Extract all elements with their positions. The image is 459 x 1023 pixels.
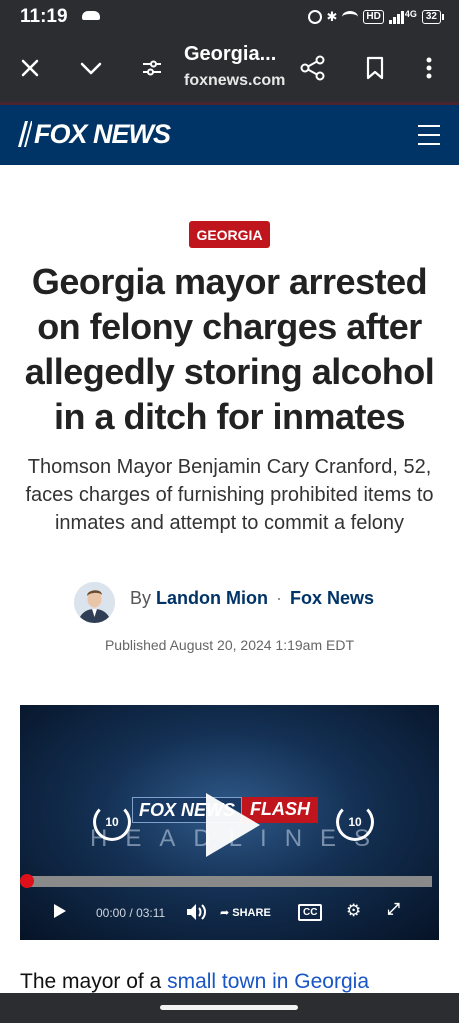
- bluetooth-icon: ✱: [326, 9, 338, 24]
- browser-toolbar: Georgia... foxnews.com: [0, 34, 459, 102]
- bookmark-icon[interactable]: [358, 51, 392, 85]
- volume-icon[interactable]: [186, 903, 208, 921]
- fullscreen-icon[interactable]: ⤢: [387, 901, 400, 919]
- video-share-button[interactable]: ➦ SHARE: [220, 906, 271, 919]
- time-separator: /: [129, 906, 133, 920]
- byline-separator: ·: [276, 588, 283, 608]
- chevron-down-icon[interactable]: [74, 51, 108, 85]
- rewind-10-icon[interactable]: 10: [93, 803, 131, 841]
- rewind-seconds: 10: [105, 815, 119, 829]
- video-player[interactable]: FOX NEWS FLASH HEADLINES 10 10 00:00 / 0…: [20, 705, 439, 940]
- closed-captions-button[interactable]: CC: [298, 904, 323, 921]
- system-nav-bar: [0, 993, 459, 1023]
- status-icons: ✱ HD 4G 32: [307, 7, 445, 27]
- cloud-icon: [82, 11, 100, 20]
- byline-prefix: By: [130, 588, 152, 608]
- video-progress-bar[interactable]: [26, 876, 432, 887]
- fox-news-logo[interactable]: FOX NEWS: [16, 119, 171, 150]
- video-scrubber-handle[interactable]: [20, 874, 34, 888]
- more-icon[interactable]: [412, 51, 446, 85]
- share-icon[interactable]: [296, 51, 330, 85]
- status-bar: 11:19 ✱ HD 4G 32: [0, 0, 459, 34]
- battery-icon: 32: [421, 10, 445, 24]
- alarm-icon: [307, 10, 322, 24]
- page-title[interactable]: Georgia...: [184, 43, 276, 66]
- published-date: Published August 20, 2024 1:19am EDT: [104, 637, 355, 653]
- tune-icon[interactable]: [135, 51, 169, 85]
- fox-slash-icon: [18, 121, 32, 147]
- home-gesture-pill[interactable]: [160, 1005, 298, 1010]
- play-icon[interactable]: [206, 793, 260, 857]
- article-body-start: The mayor of a small town in Georgia: [20, 970, 440, 994]
- byline: By Landon Mion · Fox News: [130, 588, 374, 609]
- hamburger-menu-icon[interactable]: [418, 125, 440, 145]
- outlet-link[interactable]: Fox News: [290, 588, 374, 608]
- author-link[interactable]: Landon Mion: [156, 588, 268, 608]
- category-badge[interactable]: GEORGIA: [189, 221, 270, 248]
- video-time: 00:00 / 03:11: [96, 906, 165, 920]
- body-text: The mayor of a: [20, 970, 162, 993]
- video-controls: 00:00 / 03:11 ➦ SHARE CC ⚙ ⤢: [20, 901, 439, 925]
- logo-text: FOX NEWS: [34, 119, 171, 149]
- signal-icon: [388, 10, 404, 24]
- close-icon[interactable]: [13, 51, 47, 85]
- play-small-icon[interactable]: [54, 904, 66, 918]
- status-time: 11:19: [20, 6, 68, 27]
- wifi-icon: [342, 11, 359, 23]
- site-header: FOX NEWS: [0, 105, 459, 165]
- author-avatar[interactable]: [74, 582, 115, 623]
- forward-10-icon[interactable]: 10: [336, 803, 374, 841]
- gear-icon[interactable]: ⚙: [346, 901, 361, 921]
- network-type: 4G: [404, 9, 417, 19]
- share-label: SHARE: [232, 907, 271, 919]
- hd-icon: HD: [363, 10, 384, 24]
- current-time: 00:00: [96, 906, 127, 920]
- body-link[interactable]: small town in Georgia: [167, 970, 369, 993]
- article-subheadline: Thomson Mayor Benjamin Cary Cranford, 52…: [25, 456, 434, 534]
- article-headline: Georgia mayor arrested on felony charges…: [24, 261, 435, 437]
- page-domain[interactable]: foxnews.com: [184, 72, 285, 90]
- forward-seconds: 10: [348, 815, 362, 829]
- duration: 03:11: [136, 906, 166, 920]
